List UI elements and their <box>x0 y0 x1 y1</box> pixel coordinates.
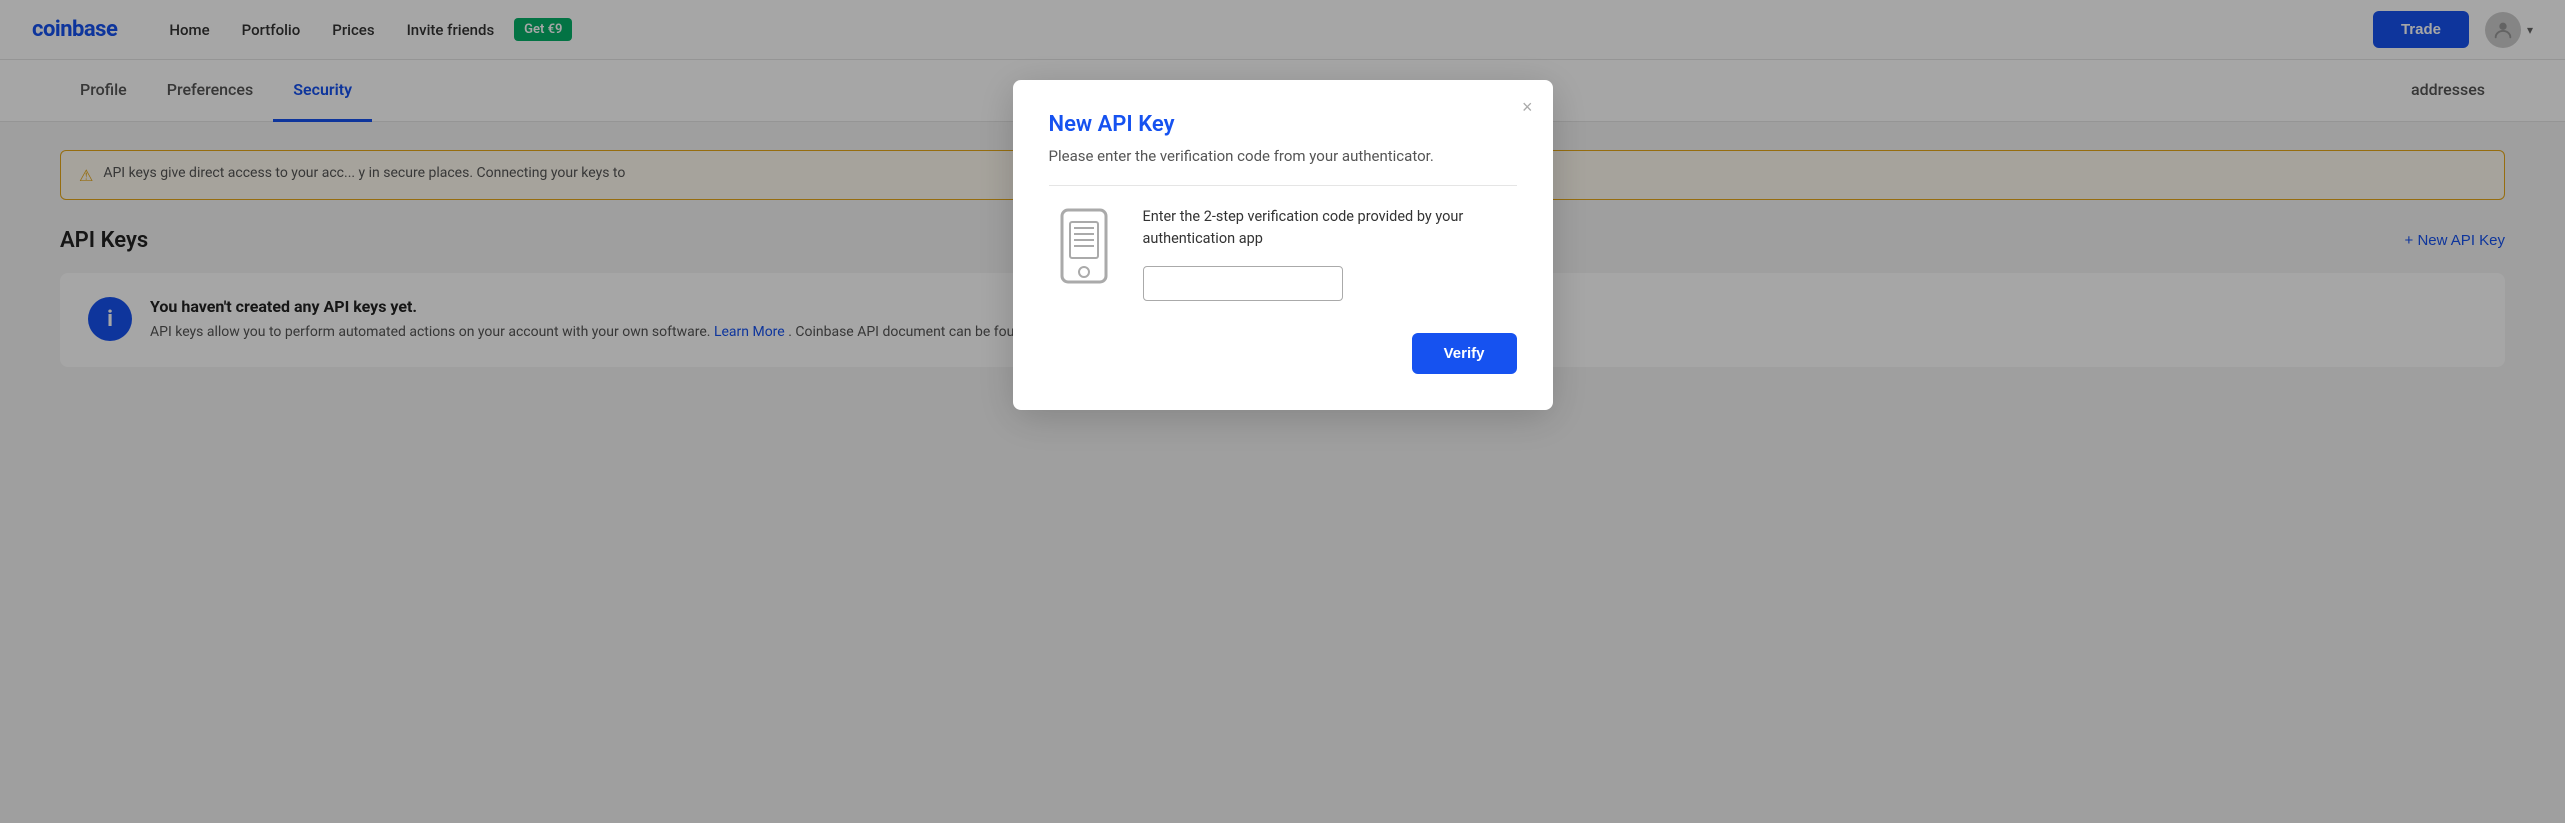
modal-body: Enter the 2-step verification code provi… <box>1049 206 1517 305</box>
modal-footer: Verify <box>1049 333 1517 374</box>
modal-title: New API Key <box>1049 112 1517 137</box>
verify-button[interactable]: Verify <box>1412 333 1517 374</box>
modal-code-section: Enter the 2-step verification code provi… <box>1143 206 1517 305</box>
modal: × New API Key Please enter the verificat… <box>1013 80 1553 410</box>
verification-code-input[interactable] <box>1143 266 1343 301</box>
phone-icon-wrap <box>1049 206 1119 286</box>
phone-icon <box>1054 206 1114 286</box>
modal-overlay: × New API Key Please enter the verificat… <box>0 0 2565 823</box>
modal-close-button[interactable]: × <box>1522 98 1533 116</box>
modal-subtitle: Please enter the verification code from … <box>1049 147 1517 186</box>
modal-code-description: Enter the 2-step verification code provi… <box>1143 206 1517 250</box>
